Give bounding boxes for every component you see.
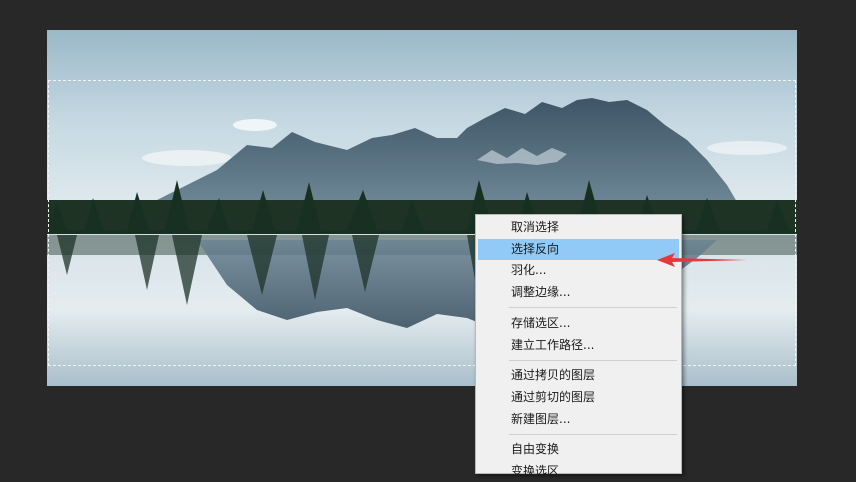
canvas-image[interactable] — [47, 30, 797, 386]
menu-separator — [509, 359, 677, 361]
menu-item[interactable]: 通过拷贝的图层 — [478, 365, 679, 386]
menu-item[interactable]: 建立工作路径... — [478, 335, 679, 356]
menu-separator — [509, 433, 677, 435]
menu-item[interactable]: 新建图层... — [478, 409, 679, 430]
context-menu: 取消选择 选择反向 羽化... 调整边缘... 存储选区... 建立工作路径... 通过拷贝… — [475, 214, 682, 478]
menu-separator — [509, 307, 677, 309]
menu-item[interactable]: 通过剪切的图层 — [478, 387, 679, 408]
menu-item[interactable]: 存储选区... — [478, 313, 679, 334]
menu-item[interactable]: 羽化... — [478, 260, 679, 281]
menu-item[interactable]: 取消选择 — [478, 217, 679, 238]
menu-item[interactable]: 变换选区 — [478, 461, 679, 482]
menu-item[interactable]: 调整边缘... — [478, 282, 679, 303]
red-arrow-icon — [657, 253, 747, 267]
menu-item[interactable]: 选择反向 — [478, 238, 679, 260]
menu-item[interactable]: 自由变换 — [478, 439, 679, 460]
